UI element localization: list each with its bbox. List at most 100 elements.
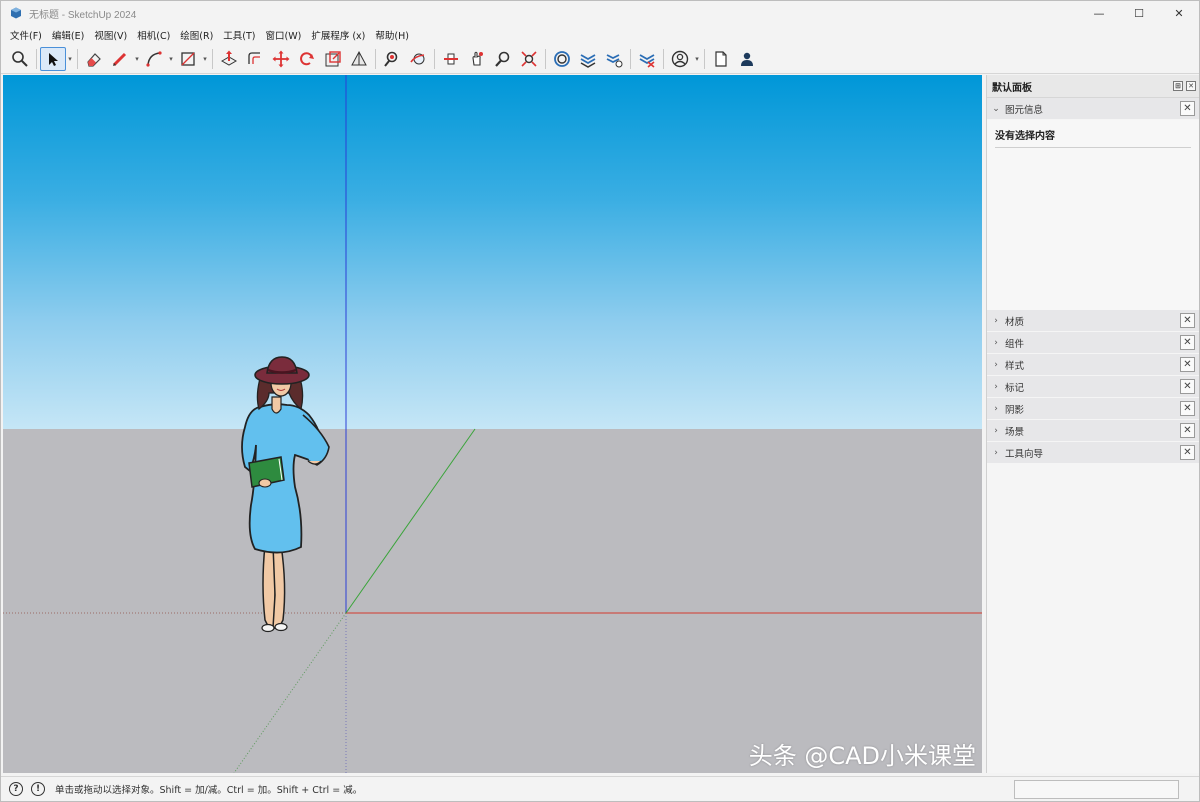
close-icon[interactable]: ✕ [1180,423,1195,438]
paint-bucket-icon [384,51,398,67]
tape-measure-tool[interactable] [346,47,372,71]
scene-drawing [3,75,982,773]
toolbar-separator [663,49,664,69]
tray-close-icon[interactable]: ✕ [1186,81,1196,91]
arc-dropdown[interactable]: ▾ [167,47,175,71]
profile-button[interactable] [734,47,760,71]
tray-header-buttons: ⊞ ✕ [1173,81,1196,91]
new-file-button[interactable] [708,47,734,71]
menu-edit[interactable]: 编辑(E) [47,28,89,42]
paint-bucket-tool[interactable] [379,47,405,71]
geo-location-icon[interactable]: ? [9,782,23,796]
extension-button-3[interactable] [634,47,660,71]
section-tags[interactable]: › 标记 ✕ [987,376,1199,398]
arc-tool[interactable] [141,47,167,71]
chevron-right-icon: › [994,403,998,414]
chevron-right-icon: › [994,425,998,436]
chevron-right-icon: › [994,337,998,348]
section-instructor[interactable]: › 工具向导 ✕ [987,442,1199,464]
extension-button-1[interactable] [575,47,601,71]
sketchup-logo-icon [11,7,21,19]
orbit-icon [410,53,425,65]
menu-extensions[interactable]: 扩展程序 (x) [306,28,370,42]
pin-icon[interactable]: ⊞ [1173,81,1183,91]
modeling-viewport[interactable]: 头条 @CAD小米课堂 [3,75,982,773]
minimize-button[interactable]: — [1079,1,1119,25]
hand-tool[interactable] [464,47,490,71]
pan-tool[interactable] [438,47,464,71]
status-hint: 单击或拖动以选择对象。Shift = 加/减。Ctrl = 加。Shift + … [55,785,363,796]
user-circle-icon [671,50,689,68]
close-icon[interactable]: ✕ [1180,445,1195,460]
section-label: 工具向导 [1005,448,1044,460]
account-button[interactable] [667,47,693,71]
section-materials[interactable]: › 材质 ✕ [987,310,1199,332]
offset-icon [248,52,260,64]
eraser-tool[interactable] [81,47,107,71]
menu-bar: 文件(F) 编辑(E) 视图(V) 相机(C) 绘图(R) 工具(T) 窗口(W… [1,25,1199,45]
rotate-tool[interactable] [294,47,320,71]
close-icon[interactable]: ✕ [1180,401,1195,416]
title-bar: 无标题 - SketchUp 2024 — ☐ ✕ [1,1,1199,25]
pencil-dropdown[interactable]: ▾ [133,47,141,71]
menu-camera[interactable]: 相机(C) [132,28,175,42]
menu-file[interactable]: 文件(F) [5,28,47,42]
hand-icon [472,51,483,66]
chevron-right-icon: › [994,359,998,370]
section-styles[interactable]: › 样式 ✕ [987,354,1199,376]
pan-icon [444,53,458,65]
minimize-icon: — [1093,6,1105,20]
section-scenes[interactable]: › 场景 ✕ [987,420,1199,442]
close-button[interactable]: ✕ [1159,1,1199,25]
scale-figure[interactable] [241,356,330,633]
layers-share-icon [606,54,623,68]
document-icon [715,51,727,67]
entity-info-body: 没有选择内容 [987,120,1199,310]
arrow-cursor-icon [49,53,58,66]
section-label: 标记 [1005,382,1025,394]
close-icon[interactable]: ✕ [1180,313,1195,328]
orbit-tool[interactable] [405,47,431,71]
close-icon[interactable]: ✕ [1180,379,1195,394]
select-tool-dropdown[interactable]: ▾ [66,47,74,71]
close-icon[interactable]: ✕ [1180,335,1195,350]
info-icon[interactable]: ! [31,782,45,796]
close-icon[interactable]: ✕ [1180,101,1195,116]
toolbar-separator [434,49,435,69]
section-shadows[interactable]: › 阴影 ✕ [987,398,1199,420]
move-tool[interactable] [268,47,294,71]
extension-button-2[interactable] [601,47,627,71]
rectangle-dropdown[interactable]: ▾ [201,47,209,71]
select-tool[interactable] [40,47,66,71]
maximize-button[interactable]: ☐ [1119,1,1159,25]
close-icon[interactable]: ✕ [1180,357,1195,372]
tray-title: 默认面板 [992,82,1032,94]
section-components[interactable]: › 组件 ✕ [987,332,1199,354]
account-dropdown[interactable]: ▾ [693,47,701,71]
push-pull-tool[interactable] [216,47,242,71]
scale-tool[interactable] [320,47,346,71]
menu-tools[interactable]: 工具(T) [218,28,260,42]
rectangle-tool[interactable] [175,47,201,71]
pencil-tool[interactable] [107,47,133,71]
warehouse-button[interactable] [549,47,575,71]
section-label: 组件 [1005,338,1025,350]
offset-tool[interactable] [242,47,268,71]
eraser-icon [87,53,101,67]
zoom-extents-tool[interactable] [516,47,542,71]
measurements-box[interactable] [1014,780,1179,799]
menu-view[interactable]: 视图(V) [89,28,132,42]
scale-icon [325,51,341,67]
menu-window[interactable]: 窗口(W) [261,28,307,42]
zoom-tool[interactable] [490,47,516,71]
close-icon: ✕ [1174,6,1184,20]
warehouse-icon [554,51,570,67]
section-label: 场景 [1005,426,1025,438]
person-icon [741,52,753,66]
search-tool[interactable] [7,47,33,71]
menu-help[interactable]: 帮助(H) [370,28,414,42]
section-entity-info[interactable]: ⌄ 图元信息 ✕ [987,98,1199,120]
toolbar-separator [212,49,213,69]
arc-icon [146,51,162,67]
menu-draw[interactable]: 绘图(R) [175,28,218,42]
